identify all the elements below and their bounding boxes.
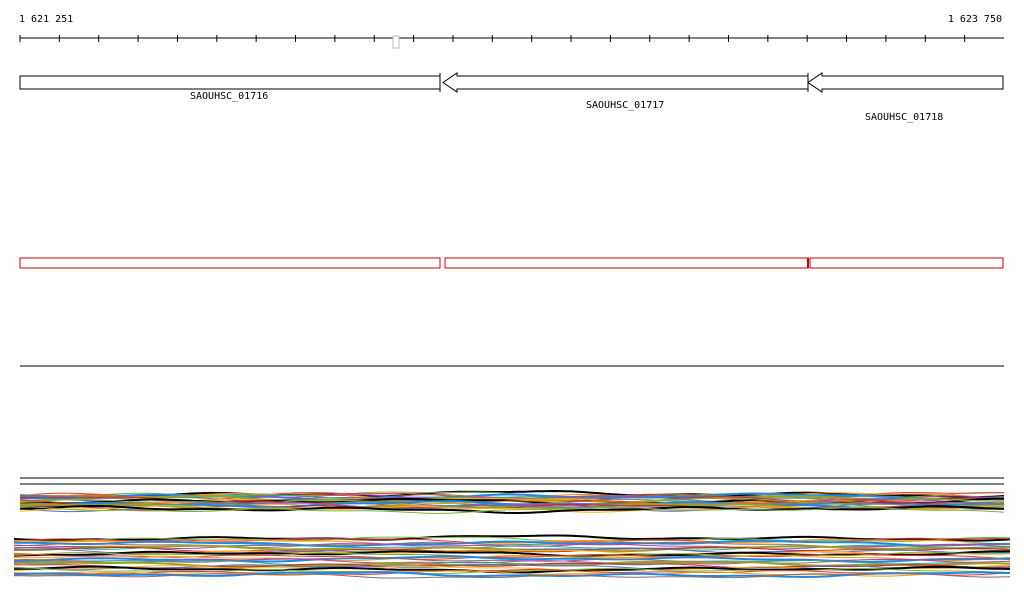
gene-track (19, 72, 1004, 93)
gene-label-saouhsc-01716: SAOUHSC_01716 (190, 91, 269, 102)
gene-arrow-saouhsc-01716[interactable] (19, 75, 441, 90)
expression-profile-track-upper (19, 489, 1005, 514)
gene-arrow-saouhsc-01718[interactable] (807, 72, 1004, 93)
position-ruler[interactable] (19, 35, 1004, 42)
region-box-1[interactable] (19, 257, 441, 269)
region-track (19, 257, 1004, 269)
genome-browser-view: 1 621 251 1 623 750 SAOUHSC_01716 SAOUHS… (0, 0, 1024, 611)
gene-arrow-saouhsc-01717[interactable] (442, 72, 809, 93)
expression-profile-track-lower (13, 534, 1011, 579)
region-box-2[interactable] (444, 257, 809, 269)
gene-label-saouhsc-01717: SAOUHSC_01717 (586, 100, 665, 111)
ruler-slider-handle[interactable] (392, 35, 400, 49)
gene-label-saouhsc-01718: SAOUHSC_01718 (865, 112, 944, 123)
region-box-3[interactable] (809, 257, 1004, 269)
